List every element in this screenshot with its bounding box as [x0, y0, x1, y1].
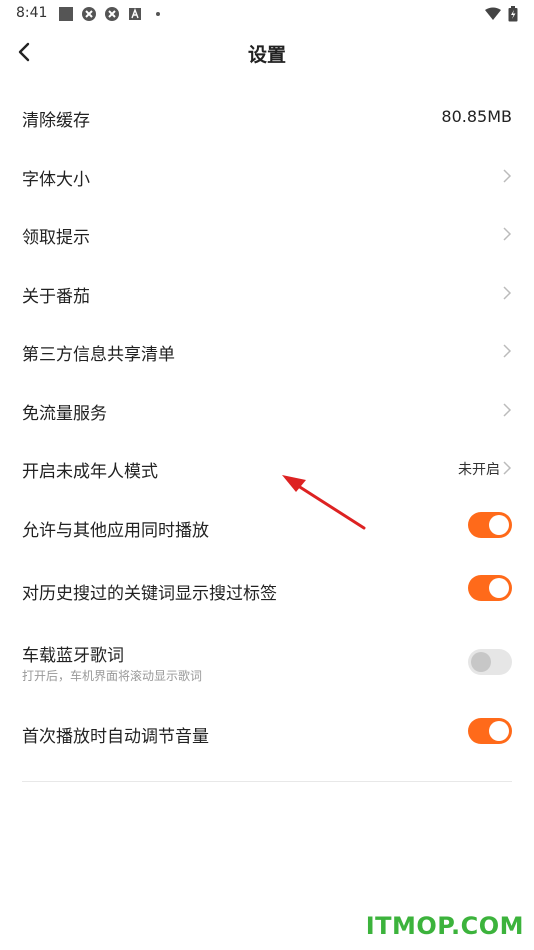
settings-row-font-size[interactable]: 字体大小 — [22, 165, 512, 193]
square-notification-icon — [59, 7, 73, 21]
settings-row-auto-volume: 首次播放时自动调节音量 — [22, 718, 512, 750]
top-bar: 设置 — [0, 28, 534, 76]
settings-row-car-lyrics: 车载蓝牙歌词 打开后，车机界面将滚动显示歌词 — [22, 641, 512, 689]
row-label: 允许与其他应用同时播放 — [22, 521, 209, 541]
searched-tag-toggle[interactable] — [468, 575, 512, 601]
cache-size-value: 80.85MB — [441, 107, 512, 126]
page-title: 设置 — [247, 44, 286, 66]
wifi-icon — [485, 7, 501, 20]
notification-icons — [58, 6, 166, 22]
mix-playback-toggle[interactable] — [468, 512, 512, 538]
settings-row-clear-cache[interactable]: 清除缓存 80.85MB — [22, 106, 512, 134]
chevron-right-icon — [503, 286, 512, 300]
row-label: 对历史搜过的关键词显示搜过标签 — [22, 584, 277, 604]
app-notification-icon — [82, 7, 96, 21]
row-label: 车载蓝牙歌词 — [22, 646, 124, 666]
settings-row-free-data[interactable]: 免流量服务 — [22, 399, 512, 427]
settings-row-third-party-list[interactable]: 第三方信息共享清单 — [22, 340, 512, 368]
row-label: 字体大小 — [22, 170, 90, 190]
settings-row-mix-playback: 允许与其他应用同时播放 — [22, 512, 512, 544]
toggle-knob — [489, 721, 509, 741]
system-icons — [484, 6, 518, 22]
watermark: ITMOP.COM — [365, 912, 524, 940]
row-label: 第三方信息共享清单 — [22, 345, 175, 365]
settings-row-searched-tag: 对历史搜过的关键词显示搜过标签 — [22, 575, 512, 607]
minor-mode-status: 未开启 — [458, 462, 500, 478]
app-notification-icon — [105, 7, 119, 21]
settings-row-claim-tips[interactable]: 领取提示 — [22, 223, 512, 251]
status-bar: 8:41 — [0, 0, 534, 28]
toggle-knob — [489, 515, 509, 535]
toggle-knob — [489, 578, 509, 598]
more-dot-icon — [156, 12, 160, 16]
battery-icon — [508, 6, 518, 22]
settings-row-minor-mode[interactable]: 开启未成年人模式 未开启 — [22, 457, 512, 485]
chevron-right-icon — [503, 344, 512, 358]
chevron-right-icon — [503, 403, 512, 417]
status-time: 8:41 — [16, 5, 48, 21]
divider — [22, 781, 512, 782]
chevron-right-icon — [503, 461, 512, 475]
row-label: 清除缓存 — [22, 111, 90, 131]
row-label: 首次播放时自动调节音量 — [22, 727, 209, 747]
row-label: 开启未成年人模式 — [22, 462, 158, 482]
row-label: 领取提示 — [22, 228, 90, 248]
row-subtitle: 打开后，车机界面将滚动显示歌词 — [22, 669, 203, 683]
toggle-knob — [471, 652, 491, 672]
chevron-right-icon — [503, 169, 512, 183]
annotation-arrow-icon — [282, 475, 366, 530]
a-notification-icon — [129, 8, 141, 20]
chevron-right-icon — [503, 227, 512, 241]
row-label: 关于番茄 — [22, 287, 90, 307]
auto-volume-toggle[interactable] — [468, 718, 512, 744]
car-lyrics-toggle[interactable] — [468, 649, 512, 675]
settings-row-about[interactable]: 关于番茄 — [22, 282, 512, 310]
row-label: 免流量服务 — [22, 404, 107, 424]
